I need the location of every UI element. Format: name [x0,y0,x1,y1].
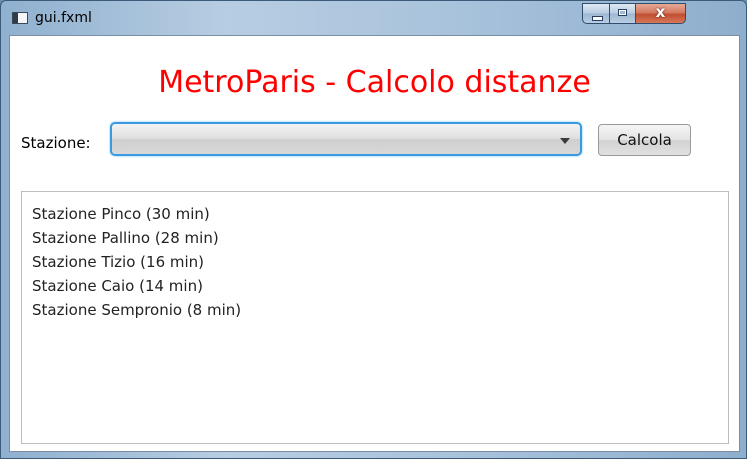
results-textarea[interactable]: Stazione Pinco (30 min) Stazione Pallino… [21,191,729,444]
station-label: Stazione: [21,134,91,152]
list-item: Stazione Caio (14 min) [32,277,203,295]
title-bar[interactable]: gui.fxml x [1,1,746,35]
station-combobox[interactable] [110,122,582,156]
results-list: Stazione Pinco (30 min) Stazione Pallino… [22,192,728,322]
maximize-button[interactable] [609,3,636,24]
minimize-button[interactable] [582,3,610,24]
minimize-icon [592,16,603,21]
chevron-down-icon[interactable] [560,138,570,144]
maximize-icon [618,9,627,16]
window-content: MetroParis - Calcolo distanze Stazione: … [9,35,740,452]
calcola-button[interactable]: Calcola [598,124,691,156]
list-item: Stazione Pallino (28 min) [32,229,219,247]
app-window: gui.fxml x MetroParis - Calcolo distanze… [0,0,747,459]
app-icon [12,12,28,24]
close-button[interactable]: x [635,3,686,24]
close-icon: x [655,3,666,21]
page-title: MetroParis - Calcolo distanze [158,65,591,100]
list-item: Stazione Tizio (16 min) [32,253,205,271]
list-item: Stazione Sempronio (8 min) [32,301,242,319]
list-item: Stazione Pinco (30 min) [32,205,210,223]
window-title: gui.fxml [35,10,92,26]
